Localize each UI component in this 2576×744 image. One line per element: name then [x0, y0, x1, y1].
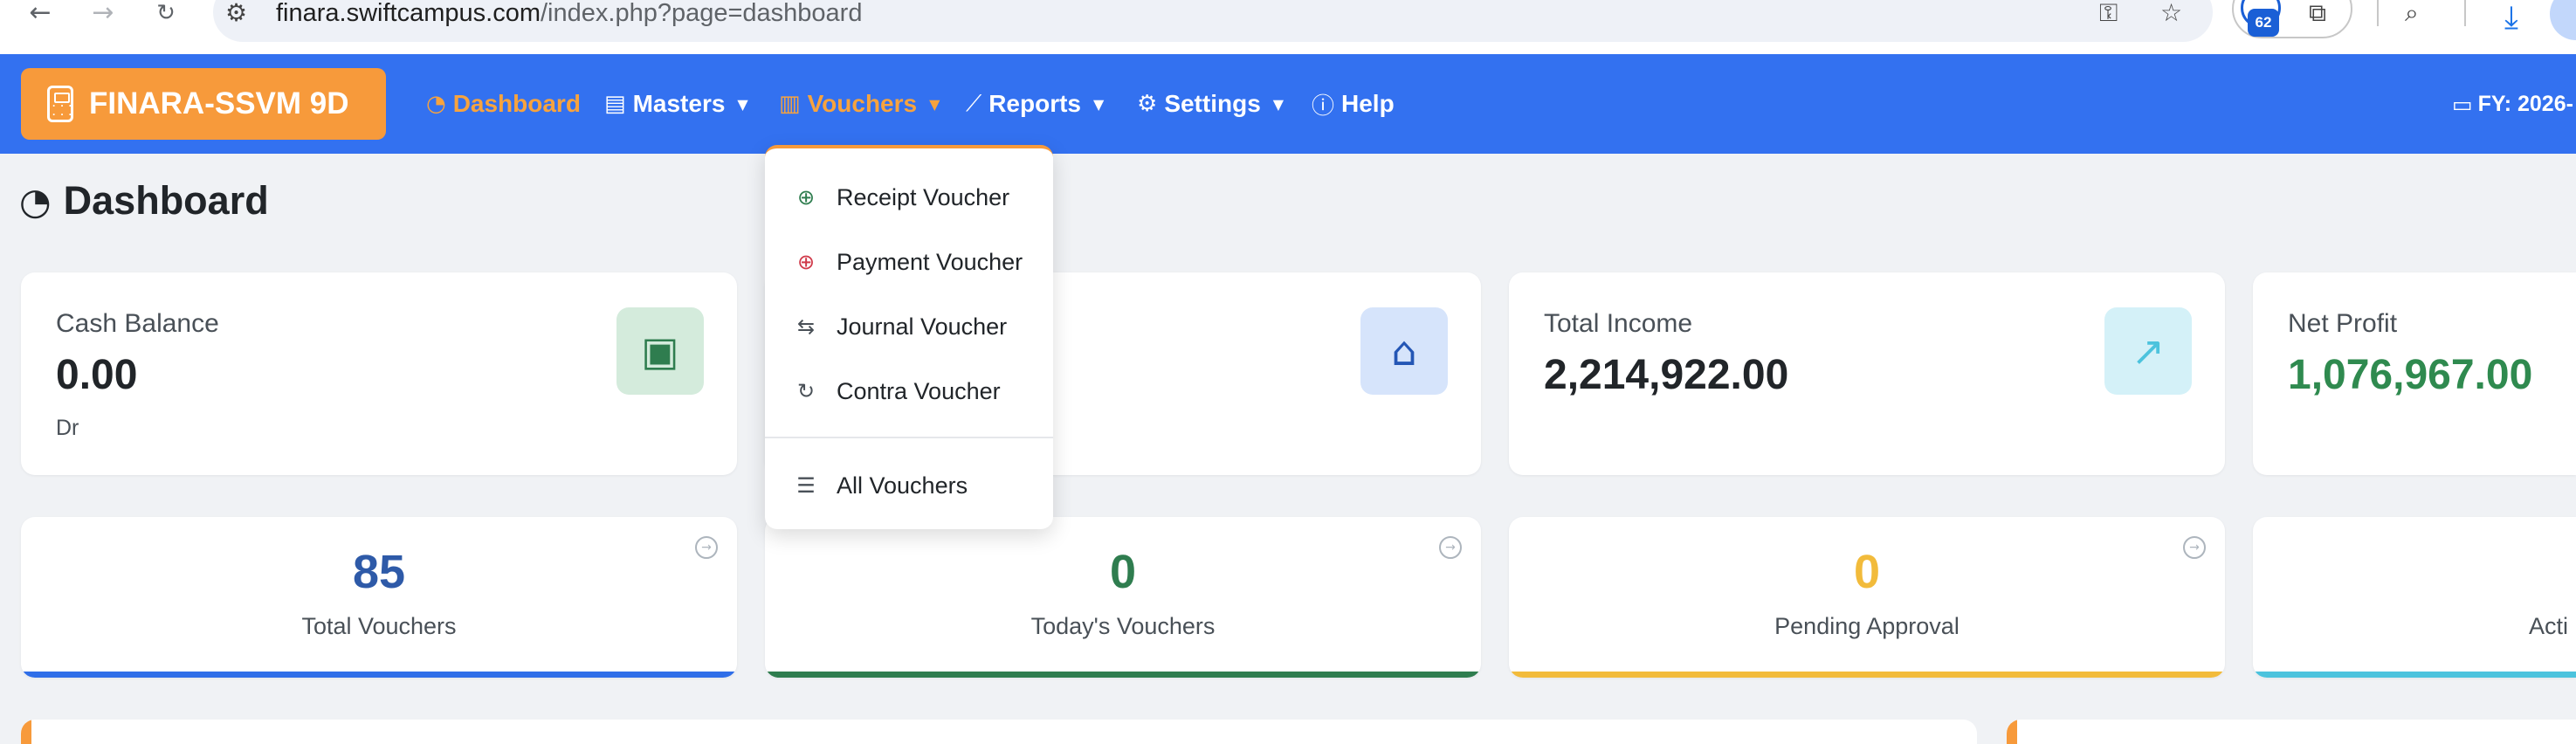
- card-accent-bar: [2253, 672, 2576, 678]
- reload-icon[interactable]: ↻: [147, 0, 185, 26]
- count-label: Pending Approval: [1774, 613, 1960, 639]
- star-icon[interactable]: ☆: [2160, 0, 2182, 26]
- gear-icon: ⚙: [1137, 91, 1158, 117]
- question-icon: ⓘ: [1312, 93, 1335, 120]
- fiscal-year-selector[interactable]: ▭ FY: 2026-: [2452, 54, 2573, 154]
- gauge-icon: ◔: [426, 91, 446, 117]
- side-panel: [2007, 720, 2576, 744]
- stat-card-total-income: Total Income 2,214,922.00 ↗: [1509, 272, 2225, 475]
- key-icon[interactable]: ⚿: [2099, 0, 2118, 26]
- chart-line-icon: ⟋: [966, 90, 982, 117]
- refresh-icon: ↻: [796, 379, 816, 403]
- panel-accent-bar: [2007, 720, 2017, 744]
- fiscal-year-label: FY: 2026-: [2477, 91, 2573, 116]
- page-title-text: Dashboard: [63, 178, 269, 223]
- stat-label: Total Income: [1544, 309, 1693, 338]
- card-accent-bar: [765, 672, 1481, 678]
- count-card-active[interactable]: Acti: [2253, 517, 2576, 678]
- calendar-icon: ▭: [2452, 91, 2473, 117]
- toolbar-divider: [2464, 0, 2466, 26]
- stat-card-cash-balance: Cash Balance 0.00 Dr ▣: [21, 272, 737, 475]
- profile-avatar[interactable]: [2550, 0, 2576, 40]
- nav-settings[interactable]: ⚙ Settings ▼: [1137, 54, 1284, 154]
- stat-card-net-profit: Net Profit 1,076,967.00: [2253, 272, 2576, 475]
- stat-sub: Dr: [56, 416, 79, 440]
- card-accent-bar: [21, 672, 737, 678]
- nav-masters-label: Masters: [632, 90, 726, 117]
- forward-icon[interactable]: →: [84, 0, 122, 26]
- menu-item-label: Journal Voucher: [837, 313, 1008, 340]
- nav-help[interactable]: ⓘ Help: [1312, 54, 1395, 154]
- gauge-icon: ◔: [19, 179, 52, 223]
- trend-up-icon: ↗: [2104, 307, 2192, 395]
- count-label: Total Vouchers: [301, 613, 457, 639]
- calculator-icon: [47, 86, 73, 122]
- menu-item-all-vouchers[interactable]: ☰ All Vouchers: [765, 459, 1053, 512]
- brand-button[interactable]: FINARA-SSVM 9D: [21, 68, 386, 140]
- caret-down-icon: ▼: [1272, 95, 1285, 113]
- count-card-total-vouchers[interactable]: → 85 Total Vouchers: [21, 517, 737, 678]
- list-icon: ☰: [796, 473, 816, 498]
- arrow-down-circle-icon: ⊕: [796, 185, 816, 210]
- count-label: Acti: [2529, 613, 2569, 639]
- vouchers-dropdown-menu: ⊕ Receipt Voucher ⊕ Payment Voucher ⇆ Jo…: [765, 145, 1053, 529]
- menu-item-label: Payment Voucher: [837, 248, 1023, 275]
- menu-item-label: All Vouchers: [837, 472, 968, 499]
- nav-reports[interactable]: ⟋ Reports ▼: [966, 54, 1104, 154]
- panel-accent-bar: [21, 720, 31, 744]
- nav-settings-label: Settings: [1164, 90, 1261, 117]
- tab-search-icon[interactable]: ⌕: [2405, 0, 2419, 26]
- puzzle-icon[interactable]: ⧉: [2309, 0, 2326, 26]
- nav-reports-label: Reports: [988, 90, 1081, 117]
- arrow-up-circle-icon: ⊕: [796, 250, 816, 274]
- stat-value: 1,076,967.00: [2288, 352, 2533, 398]
- top-navbar: FINARA-SSVM 9D ◔ Dashboard ▤ Masters ▼ ▥…: [0, 54, 2576, 154]
- caret-down-icon: ▼: [737, 95, 748, 113]
- stat-value: 2,214,922.00: [1544, 352, 1789, 398]
- count-value: 0: [1853, 546, 1881, 598]
- menu-item-journal-voucher[interactable]: ⇆ Journal Voucher: [765, 300, 1053, 353]
- site-info-icon[interactable]: ⚙: [225, 0, 247, 26]
- extension-badge: 62: [2248, 9, 2279, 37]
- nav-help-label: Help: [1341, 90, 1395, 117]
- nav-dashboard[interactable]: ◔ Dashboard: [426, 54, 581, 154]
- money-icon: ▣: [616, 307, 704, 395]
- menu-item-label: Contra Voucher: [837, 377, 1001, 404]
- brand-name: FINARA-SSVM 9D: [89, 86, 349, 121]
- nav-vouchers-label: Vouchers: [807, 90, 918, 117]
- page-title: ◔ Dashboard: [19, 178, 269, 224]
- url-host: finara.swiftcampus.com: [276, 0, 541, 27]
- count-value: 85: [352, 546, 406, 598]
- bank-icon: ⌂: [1360, 307, 1448, 395]
- download-icon[interactable]: ⤓: [2492, 0, 2531, 37]
- menu-item-payment-voucher[interactable]: ⊕ Payment Voucher: [765, 236, 1053, 288]
- menu-item-contra-voucher[interactable]: ↻ Contra Voucher: [765, 365, 1053, 417]
- nav-dashboard-label: Dashboard: [452, 90, 581, 117]
- count-value: 0: [1109, 546, 1137, 598]
- stat-label: Cash Balance: [56, 309, 219, 338]
- url-text[interactable]: finara.swiftcampus.com/index.php?page=da…: [276, 0, 862, 26]
- count-card-todays-vouchers[interactable]: → 0 Today's Vouchers: [765, 517, 1481, 678]
- menu-item-receipt-voucher[interactable]: ⊕ Receipt Voucher: [765, 171, 1053, 224]
- back-icon[interactable]: ←: [21, 0, 59, 26]
- url-path: /index.php?page=dashboard: [541, 0, 863, 27]
- count-label: Today's Vouchers: [1030, 613, 1216, 639]
- nav-masters[interactable]: ▤ Masters ▼: [604, 54, 748, 154]
- receipt-icon: ▥: [779, 91, 801, 117]
- arrows-left-right-icon: ⇆: [796, 314, 816, 339]
- card-accent-bar: [1509, 672, 2225, 678]
- menu-item-label: Receipt Voucher: [837, 183, 1010, 210]
- book-icon: ▤: [604, 91, 626, 117]
- browser-toolbar: ← → ↻ ⚙ finara.swiftcampus.com/index.php…: [0, 0, 2576, 54]
- recent-vouchers-panel: [21, 720, 1977, 744]
- stat-label: Net Profit: [2288, 309, 2398, 338]
- stat-value: 0.00: [56, 352, 138, 398]
- count-card-pending-approval[interactable]: → 0 Pending Approval: [1509, 517, 2225, 678]
- caret-down-icon: ▼: [929, 95, 940, 113]
- caret-down-icon: ▼: [1093, 95, 1105, 113]
- menu-divider: [765, 437, 1053, 438]
- nav-vouchers[interactable]: ▥ Vouchers ▼: [779, 54, 940, 154]
- toolbar-divider: [2377, 0, 2379, 26]
